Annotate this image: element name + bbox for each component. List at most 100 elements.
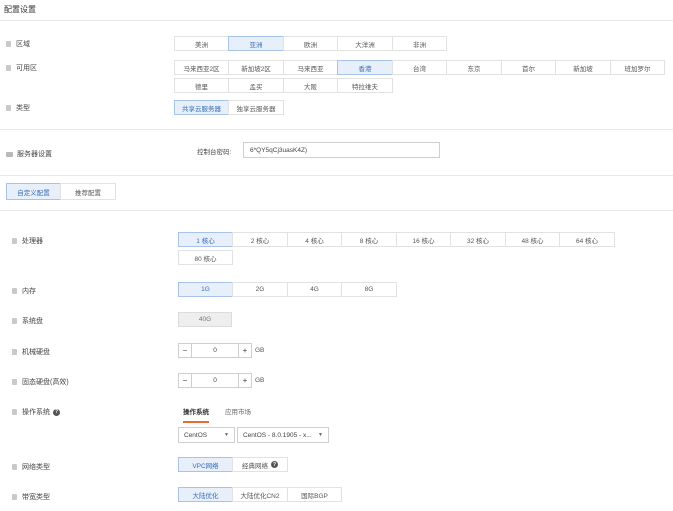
hdd-icon (12, 349, 17, 355)
network-option-classic[interactable]: 经典网络 ? (232, 457, 288, 472)
zone-option-mumbai[interactable]: 孟买 (228, 78, 284, 93)
zone-options-row2: 德里 孟买 大阪 特拉维夫 (174, 78, 393, 93)
cpu-option-4[interactable]: 4 核心 (287, 232, 342, 247)
region-option-oceania[interactable]: 大洋洲 (337, 36, 393, 51)
memory-option-2g[interactable]: 2G (232, 282, 288, 297)
zone-option-taiwan[interactable]: 台湾 (392, 60, 447, 75)
ssd-unit: GB (255, 377, 265, 384)
bandwidth-options: 大陆优化 大陆优化CN2 国际BGP (178, 487, 342, 502)
network-icon (12, 464, 17, 470)
hdd-stepper: − 0 + GB (178, 343, 264, 358)
cpu-option-8[interactable]: 8 核心 (341, 232, 397, 247)
bandwidth-option-mainland-cn2[interactable]: 大陆优化CN2 (232, 487, 288, 502)
help-icon[interactable]: ? (271, 461, 278, 468)
cpu-options-row2: 80 核心 (178, 250, 233, 265)
network-option-vpc[interactable]: VPC网络 (178, 457, 233, 472)
zone-option-bangalore[interactable]: 班加罗尔 (610, 60, 665, 75)
ssd-decrement-button[interactable]: − (178, 373, 192, 388)
type-option-shared[interactable]: 共享云服务器 (174, 100, 229, 115)
region-option-europe[interactable]: 欧洲 (283, 36, 338, 51)
help-icon[interactable]: ? (53, 408, 60, 416)
os-version-value: CentOS - 8.0.1905 - x... (243, 431, 312, 439)
hdd-label: 机械硬盘 (12, 347, 50, 357)
cpu-option-48[interactable]: 48 核心 (505, 232, 560, 247)
memory-option-4g[interactable]: 4G (287, 282, 342, 297)
type-option-dedicated[interactable]: 独享云服务器 (228, 100, 284, 115)
zone-option-osaka[interactable]: 大阪 (283, 78, 338, 93)
memory-label: 内存 (12, 286, 36, 296)
os-distro-select[interactable]: CentOS ▼ (178, 427, 235, 443)
bandwidth-option-intl-bgp[interactable]: 国际BGP (287, 487, 342, 502)
page-title: 配置设置 (4, 5, 36, 14)
memory-option-8g[interactable]: 8G (341, 282, 397, 297)
os-label: 操作系统 ? (12, 407, 60, 417)
memory-option-1g[interactable]: 1G (178, 282, 233, 297)
cpu-icon (12, 238, 17, 244)
zone-option-tel-aviv[interactable]: 特拉维夫 (337, 78, 393, 93)
server-icon (6, 151, 13, 157)
system-disk-value: 40G (178, 312, 232, 327)
type-icon (6, 105, 11, 111)
zone-option-delhi[interactable]: 德里 (174, 78, 229, 93)
bandwidth-label: 带宽类型 (12, 492, 50, 502)
console-password-input[interactable]: 6*QY5qCj3uasK4Z) (243, 142, 440, 158)
tab-custom-config[interactable]: 自定义配置 (6, 183, 61, 200)
system-disk-label: 系统盘 (12, 316, 43, 326)
type-label: 类型 (6, 103, 30, 113)
hdd-unit: GB (255, 347, 265, 354)
cpu-option-32[interactable]: 32 核心 (450, 232, 506, 247)
bandwidth-icon (12, 494, 17, 500)
os-distro-value: CentOS (184, 431, 208, 439)
region-option-africa[interactable]: 非洲 (392, 36, 447, 51)
divider (0, 20, 673, 21)
console-password-label: 控制台密码: (197, 149, 232, 156)
zone-option-malaysia[interactable]: 马来西亚 (283, 60, 338, 75)
ssd-increment-button[interactable]: + (238, 373, 252, 388)
divider (0, 175, 673, 176)
network-label: 网络类型 (12, 462, 50, 472)
region-option-asia[interactable]: 亚洲 (228, 36, 284, 51)
cpu-option-80[interactable]: 80 核心 (178, 250, 233, 265)
zone-option-hongkong[interactable]: 香港 (337, 60, 393, 75)
zone-options-row1: 马来西亚2区 新加坡2区 马来西亚 香港 台湾 东京 首尔 新加坡 班加罗尔 (174, 60, 665, 75)
hdd-size-input[interactable]: 0 (192, 343, 238, 358)
divider (0, 210, 673, 211)
ssd-stepper: − 0 + GB (178, 373, 264, 388)
region-options: 美洲 亚洲 欧洲 大洋洲 非洲 (174, 36, 447, 51)
chevron-down-icon: ▼ (224, 432, 229, 438)
ssd-size-input[interactable]: 0 (192, 373, 238, 388)
zone-option-singapore-2[interactable]: 新加坡2区 (228, 60, 284, 75)
divider (0, 129, 673, 130)
region-label: 区域 (6, 39, 30, 49)
hdd-increment-button[interactable]: + (238, 343, 252, 358)
network-options: VPC网络 经典网络 ? (178, 457, 288, 472)
cpu-option-1[interactable]: 1 核心 (178, 232, 233, 247)
os-icon (12, 409, 17, 415)
region-icon (6, 41, 11, 47)
os-version-select[interactable]: CentOS - 8.0.1905 - x... ▼ (237, 427, 329, 443)
tab-app-market[interactable]: 应用市场 (225, 406, 251, 423)
hdd-decrement-button[interactable]: − (178, 343, 192, 358)
region-option-americas[interactable]: 美洲 (174, 36, 229, 51)
chevron-down-icon: ▼ (318, 432, 323, 438)
zone-option-seoul[interactable]: 首尔 (501, 60, 556, 75)
ssd-label: 固态硬盘(高效) (12, 377, 69, 387)
cpu-option-2[interactable]: 2 核心 (232, 232, 288, 247)
server-settings-label: 服务器设置 (6, 149, 52, 159)
tab-operating-system[interactable]: 操作系统 (183, 406, 209, 423)
ssd-icon (12, 379, 17, 385)
zone-option-tokyo[interactable]: 东京 (446, 60, 502, 75)
cpu-label: 处理器 (12, 236, 43, 246)
config-tabs: 自定义配置 推荐配置 (6, 183, 116, 200)
memory-options: 1G 2G 4G 8G (178, 282, 397, 297)
zone-option-malaysia-2[interactable]: 马来西亚2区 (174, 60, 229, 75)
zone-label: 可用区 (6, 63, 37, 73)
bandwidth-option-mainland[interactable]: 大陆优化 (178, 487, 233, 502)
tab-recommended-config[interactable]: 推荐配置 (60, 183, 116, 200)
memory-icon (12, 288, 17, 294)
cpu-option-16[interactable]: 16 核心 (396, 232, 451, 247)
cpu-option-64[interactable]: 64 核心 (559, 232, 615, 247)
cpu-options-row1: 1 核心 2 核心 4 核心 8 核心 16 核心 32 核心 48 核心 64… (178, 232, 615, 247)
os-tabs: 操作系统 应用市场 (183, 406, 267, 423)
zone-option-singapore[interactable]: 新加坡 (555, 60, 611, 75)
